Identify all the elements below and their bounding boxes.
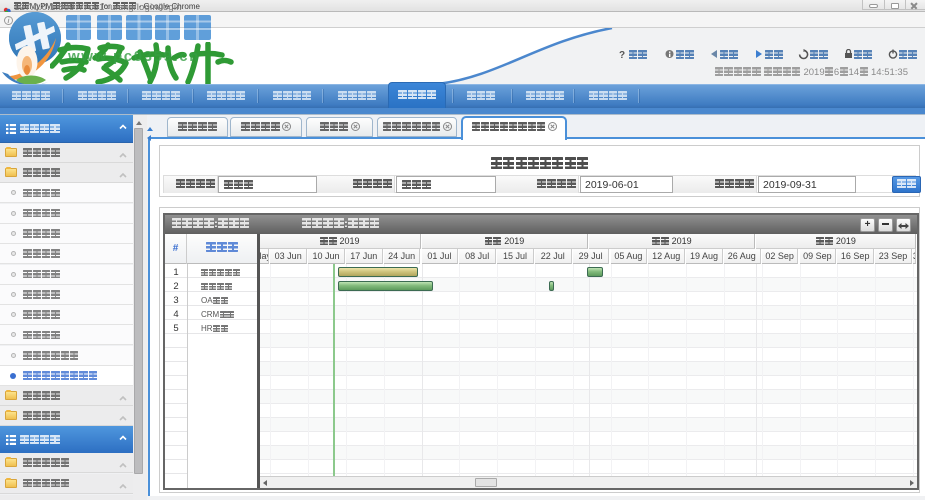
svg-text:?: ? [619,50,625,59]
